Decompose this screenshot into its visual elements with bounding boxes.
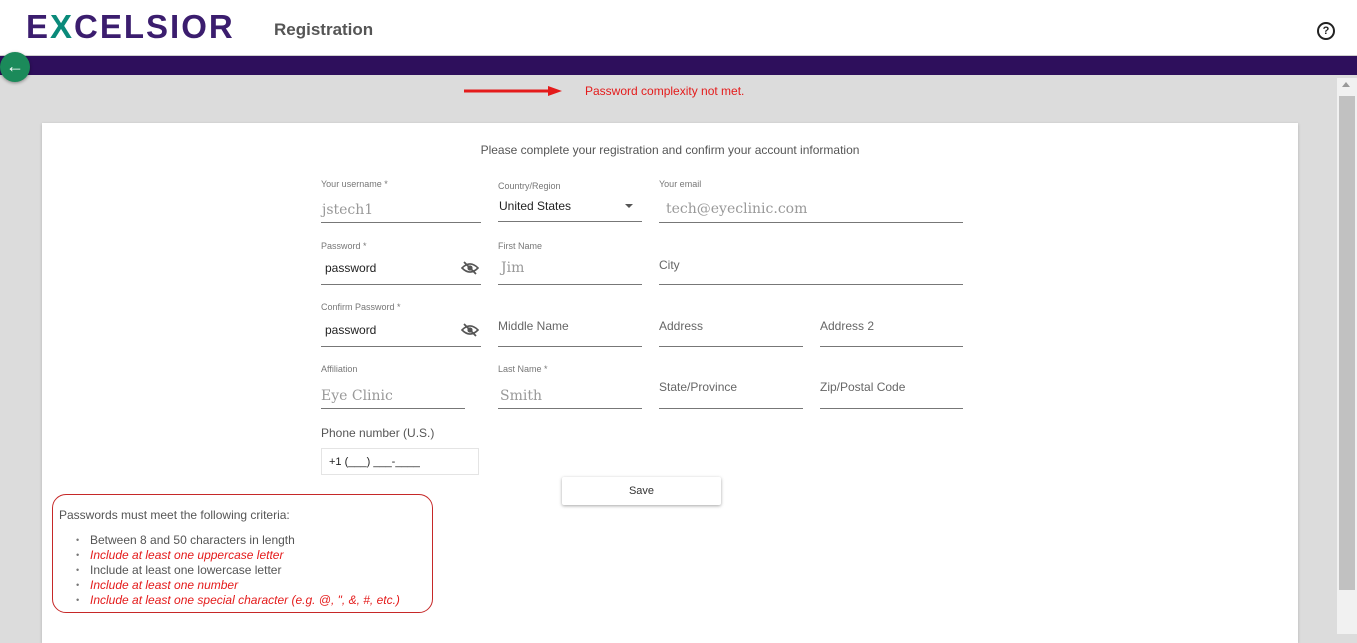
username-value: jstech1 bbox=[322, 202, 374, 218]
middle-name-field[interactable]: Middle Name bbox=[498, 317, 642, 347]
criteria-heading: Passwords must meet the following criter… bbox=[59, 508, 290, 522]
eye-off-icon[interactable] bbox=[461, 323, 479, 337]
password-value: password bbox=[325, 261, 377, 275]
criteria-item: Include at least one number bbox=[74, 578, 400, 593]
city-field[interactable]: City bbox=[659, 256, 963, 285]
criteria-item: Include at least one uppercase letter bbox=[74, 548, 400, 563]
first-name-value: Jim bbox=[501, 260, 525, 276]
zip-placeholder: Zip/Postal Code bbox=[820, 380, 906, 394]
chevron-down-icon[interactable] bbox=[625, 204, 633, 208]
username-label: Your username * bbox=[321, 179, 388, 189]
affiliation-field[interactable]: Eye Clinic bbox=[321, 380, 465, 409]
email-value: tech@eyeclinic.com bbox=[666, 201, 808, 217]
affiliation-value: Eye Clinic bbox=[321, 388, 393, 404]
address2-field[interactable]: Address 2 bbox=[820, 317, 963, 347]
confirm-password-value: password bbox=[325, 323, 377, 337]
first-name-field[interactable]: Jim bbox=[498, 256, 642, 285]
scroll-up-arrow-icon[interactable] bbox=[1342, 82, 1350, 87]
middle-name-placeholder: Middle Name bbox=[498, 319, 569, 333]
save-button[interactable]: Save bbox=[562, 477, 721, 505]
page-title: Registration bbox=[274, 20, 374, 39]
criteria-item: Include at least one special character (… bbox=[74, 593, 400, 608]
brand-bar bbox=[0, 56, 1357, 75]
affiliation-label: Affiliation bbox=[321, 364, 358, 374]
last-name-label: Last Name * bbox=[498, 364, 548, 374]
zip-field[interactable]: Zip/Postal Code bbox=[820, 379, 963, 409]
error-message: Password complexity not met. bbox=[585, 84, 745, 98]
eye-off-icon[interactable] bbox=[461, 261, 479, 275]
confirm-password-label: Confirm Password * bbox=[321, 302, 401, 312]
address-placeholder: Address bbox=[659, 319, 704, 333]
excelsior-logo[interactable]: EXCELSIOR bbox=[26, 8, 235, 46]
username-field[interactable]: jstech1 bbox=[321, 196, 481, 223]
state-placeholder: State/Province bbox=[659, 380, 738, 394]
phone-input[interactable]: +1 (___) ___-____ bbox=[321, 448, 479, 475]
criteria-list: Between 8 and 50 characters in length In… bbox=[74, 533, 400, 608]
last-name-field[interactable]: Smith bbox=[498, 380, 642, 409]
help-icon[interactable]: ? bbox=[1317, 22, 1335, 40]
confirm-password-field[interactable]: password bbox=[321, 317, 481, 347]
country-label: Country/Region bbox=[498, 181, 561, 191]
password-field[interactable]: password bbox=[321, 256, 481, 285]
scrollbar-thumb[interactable] bbox=[1339, 96, 1355, 590]
criteria-item: Between 8 and 50 characters in length bbox=[74, 533, 400, 548]
app-header: EXCELSIOR Registration ? bbox=[0, 0, 1357, 56]
city-placeholder: City bbox=[659, 258, 680, 272]
first-name-label: First Name bbox=[498, 241, 543, 251]
email-field[interactable]: tech@eyeclinic.com bbox=[659, 196, 963, 223]
address-field[interactable]: Address bbox=[659, 317, 803, 347]
password-label: Password * bbox=[321, 241, 367, 251]
country-value: United States bbox=[499, 199, 572, 213]
back-button[interactable]: ← bbox=[0, 52, 30, 82]
address2-placeholder: Address 2 bbox=[820, 319, 875, 333]
phone-label: Phone number (U.S.) bbox=[321, 426, 435, 440]
error-arrow-icon bbox=[464, 86, 562, 96]
criteria-item: Include at least one lowercase letter bbox=[74, 563, 400, 578]
intro-text: Please complete your registration and co… bbox=[480, 143, 860, 157]
country-select[interactable]: United States bbox=[498, 196, 642, 222]
state-field[interactable]: State/Province bbox=[659, 379, 803, 409]
email-label: Your email bbox=[659, 179, 702, 189]
last-name-value: Smith bbox=[500, 388, 542, 404]
